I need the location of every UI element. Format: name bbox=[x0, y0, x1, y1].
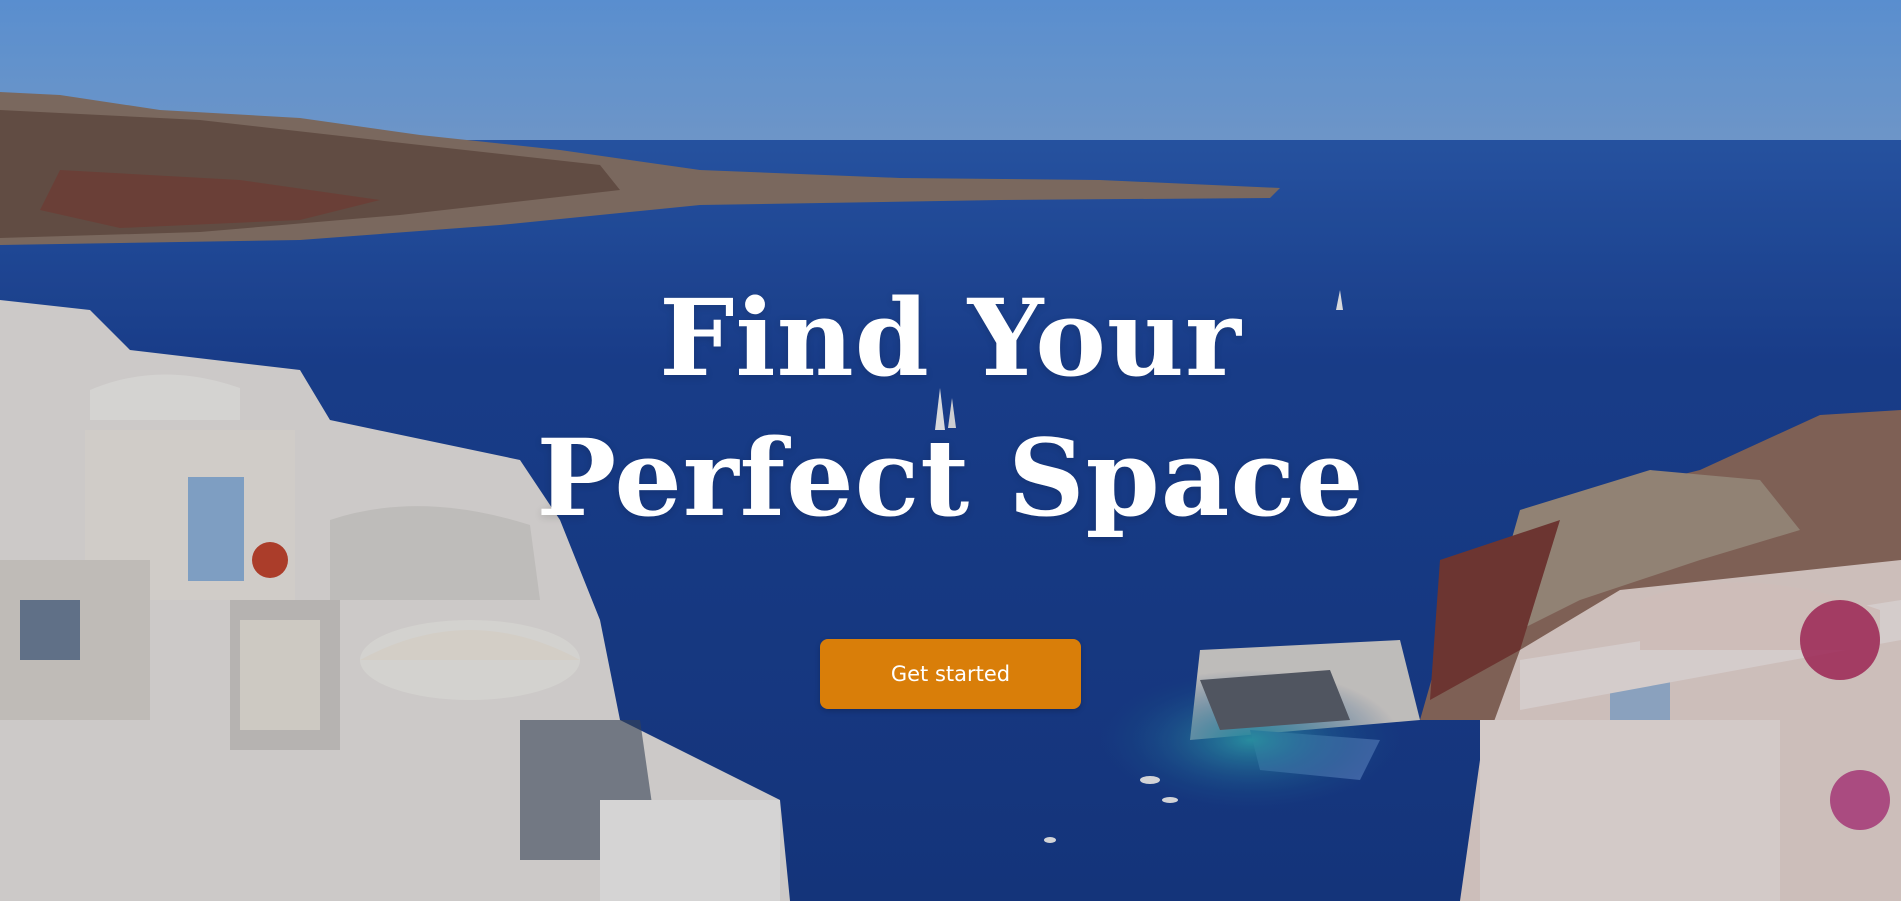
hero-title-line-1: Find Your bbox=[659, 275, 1242, 400]
get-started-button[interactable]: Get started bbox=[820, 639, 1081, 709]
hero-title-line-2: Perfect Space bbox=[536, 415, 1365, 540]
hero-title: Find Your Perfect Space bbox=[450, 268, 1451, 548]
hero-content: Find Your Perfect Space Get started bbox=[0, 0, 1901, 901]
hero-section: Find Your Perfect Space Get started bbox=[0, 0, 1901, 901]
